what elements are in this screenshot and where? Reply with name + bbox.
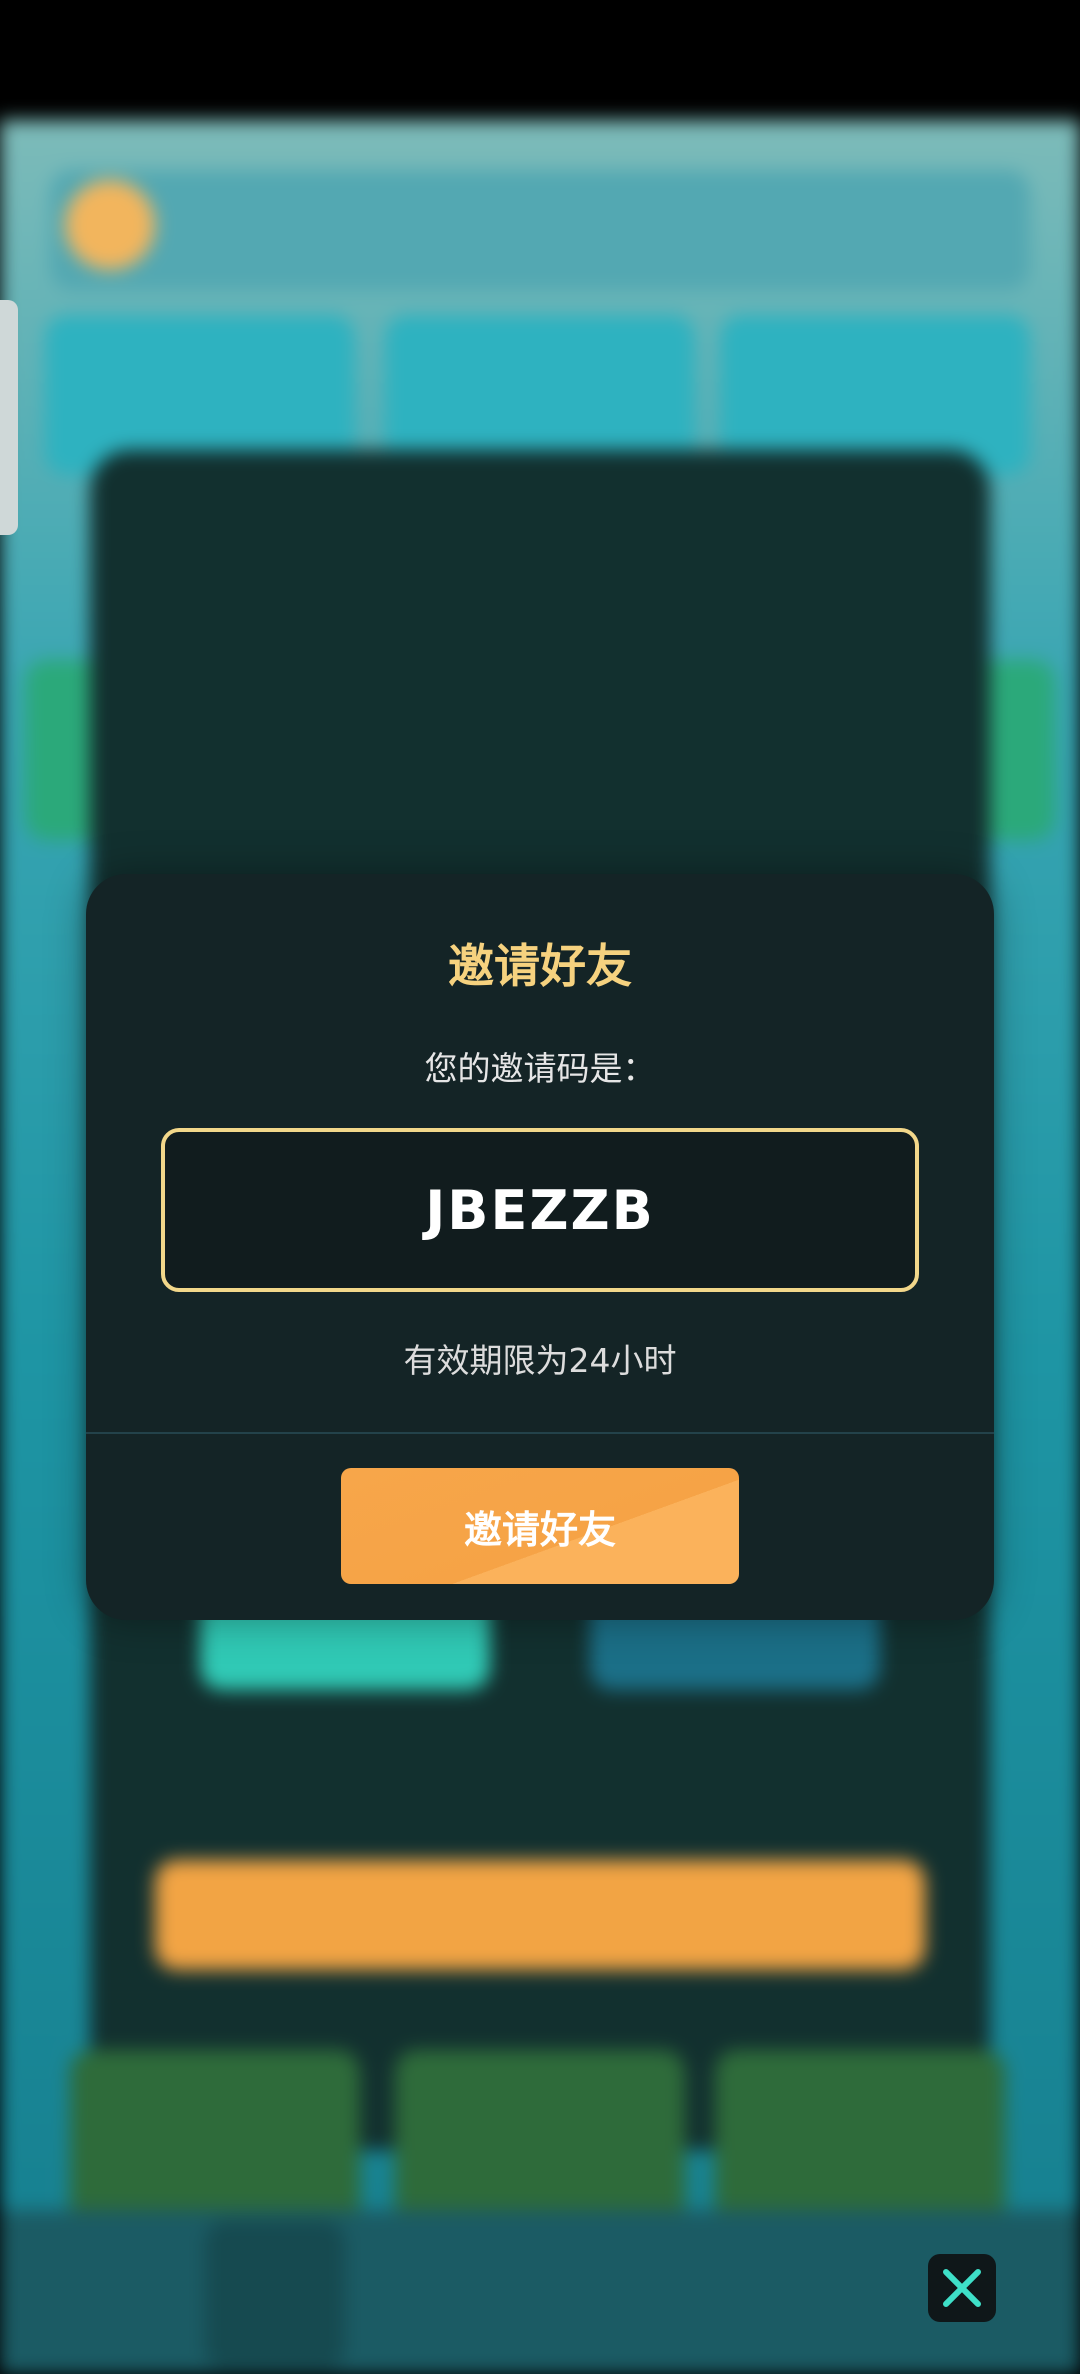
side-drawer-handle[interactable]	[0, 300, 18, 535]
background-invite-bar	[155, 1860, 925, 1970]
avatar	[65, 180, 155, 270]
dialog-title: 邀请好友	[448, 939, 632, 993]
invite-code-box[interactable]: JBEZZB	[161, 1128, 919, 1292]
divider	[86, 1432, 994, 1434]
resource-bar	[50, 170, 1030, 290]
status-bar	[0, 0, 1080, 120]
validity-text: 有效期限为24小时	[403, 1341, 677, 1380]
invite-dialog: 邀请好友 您的邀请码是： JBEZZB 有效期限为24小时 邀请好友	[86, 874, 994, 1620]
invite-code-value: JBEZZB	[425, 1178, 655, 1242]
close-button[interactable]	[928, 2254, 996, 2322]
bottom-nav-active-item	[205, 2220, 345, 2370]
invite-friend-button[interactable]: 邀请好友	[341, 1468, 739, 1584]
bottom-nav	[0, 2210, 1080, 2374]
invite-code-label: 您的邀请码是：	[424, 1049, 656, 1088]
invite-friend-button-label: 邀请好友	[463, 1507, 616, 1552]
close-icon	[943, 2269, 981, 2307]
